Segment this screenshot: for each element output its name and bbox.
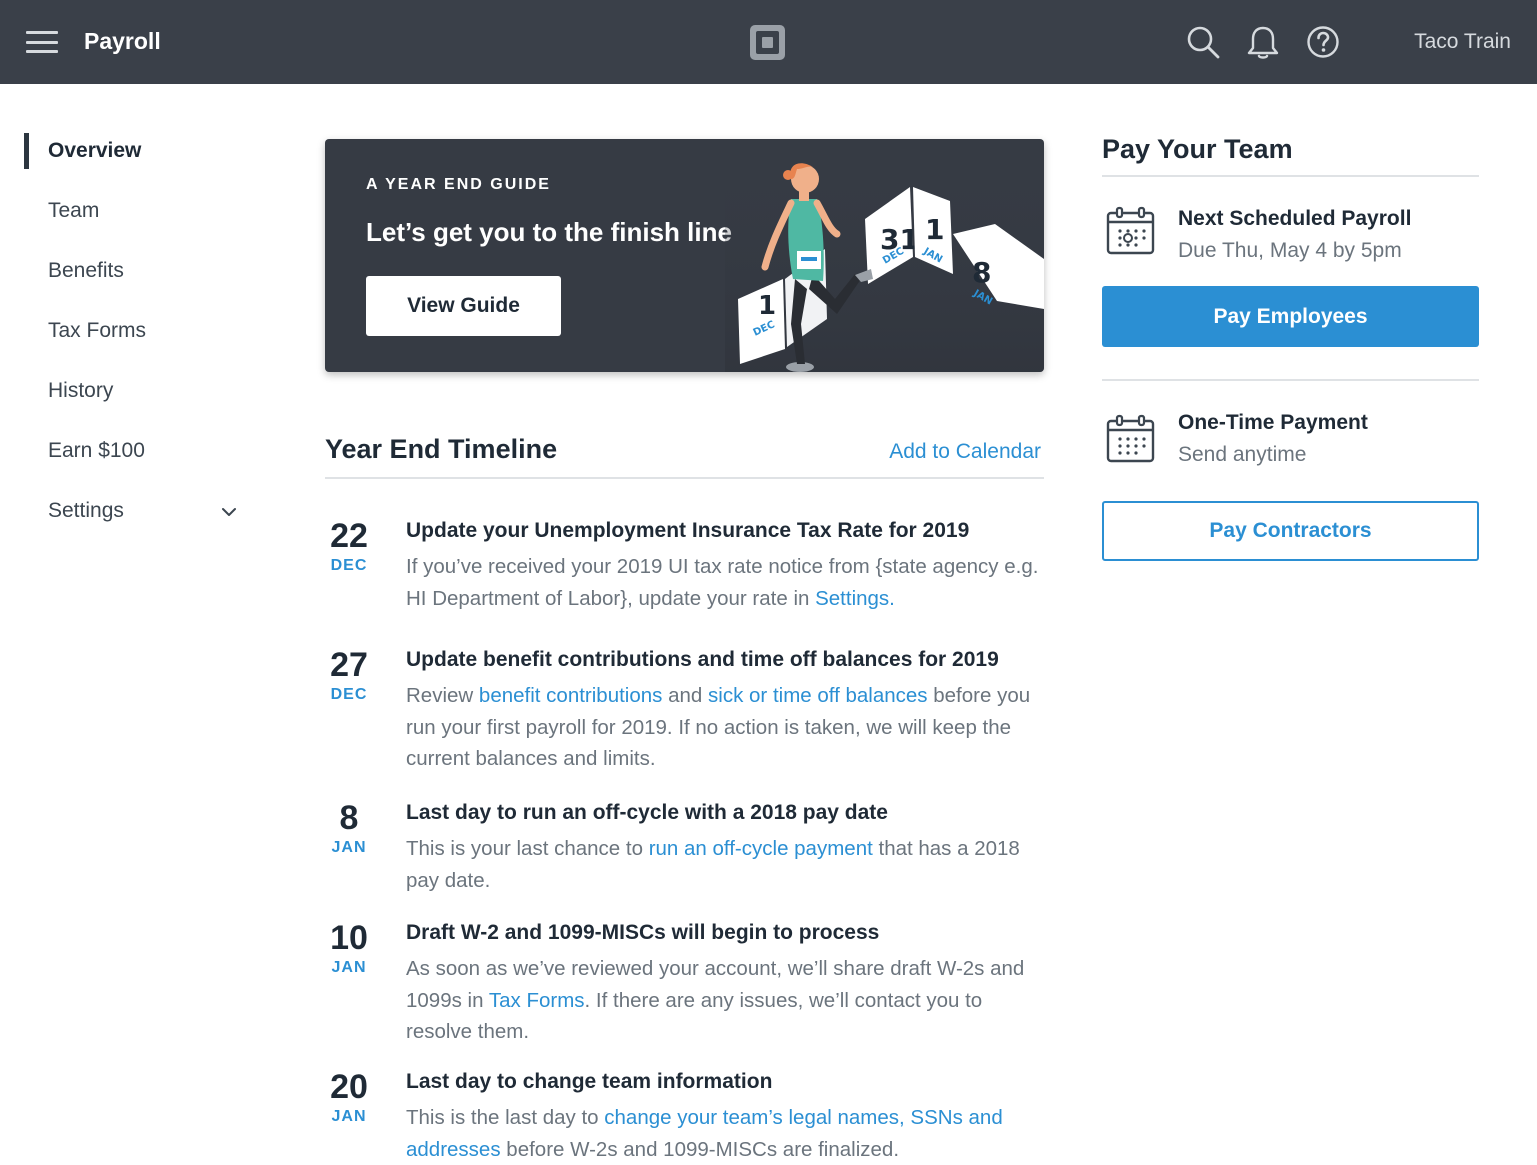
timeline-item-title: Update your Unemployment Insurance Tax R… [406,519,970,542]
pay-employees-button[interactable]: Pay Employees [1102,286,1479,347]
search-icon[interactable] [1185,24,1221,60]
banner-kicker: A YEAR END GUIDE [366,176,551,193]
timeline-month: DEC [330,557,368,574]
timeline-divider [325,477,1044,479]
one-time-payment-subtitle: Send anytime [1178,443,1307,466]
timeline-day: 10 [330,919,368,957]
sidebar-item-tax-forms[interactable]: Tax Forms [48,315,146,347]
top-bar: Payroll Taco Train [0,0,1537,84]
runner-illustration: 1 DEC 31 DEC 1 JAN 8 JAN [725,139,1044,372]
settings-link[interactable]: Settings. [815,587,895,610]
year-end-banner: A YEAR END GUIDE Let’s get you to the fi… [325,139,1044,372]
timeline-item-body: Review benefit contributions and sick or… [406,680,1042,775]
timeline-day: 22 [330,517,368,555]
off-cycle-payment-link[interactable]: run an off-cycle payment [649,837,873,860]
timeline-day: 27 [330,646,368,684]
pay-contractors-button[interactable]: Pay Contractors [1102,501,1479,561]
banner-title: Let’s get you to the finish line [366,217,732,247]
sidebar-item-settings[interactable]: Settings [48,495,124,527]
view-guide-button[interactable]: View Guide [366,276,561,336]
timeline-month: DEC [330,686,368,703]
tax-forms-link[interactable]: Tax Forms [489,989,585,1012]
sidebar-item-history[interactable]: History [48,375,113,407]
timeline-item-title: Update benefit contributions and time of… [406,648,999,671]
hamburger-menu-icon[interactable] [26,31,58,53]
next-payroll-due: Due Thu, May 4 by 5pm [1178,239,1402,262]
pay-team-divider [1102,175,1479,177]
one-time-payment-title: One-Time Payment [1178,411,1368,434]
body-text: and [662,684,709,707]
timeline-item-body: This is your last chance to run an off-c… [406,833,1042,896]
sidebar-item-overview[interactable]: Overview [48,135,141,167]
sidebar-item-team[interactable]: Team [48,195,99,227]
pay-team-title: Pay Your Team [1102,134,1293,164]
calendar-scheduled-icon [1106,206,1155,255]
active-indicator [24,133,29,169]
timeline-item-body: If you’ve received your 2019 UI tax rate… [406,551,1042,614]
benefit-contributions-link[interactable]: benefit contributions [479,684,662,707]
timeline-month: JAN [331,959,367,976]
timeline-month: JAN [331,1108,367,1125]
timeline-item-body: This is the last day to change your team… [406,1102,1042,1165]
body-text: before W-2s and 1099-MISCs are finalized… [500,1137,900,1161]
timeline-item-title: Last day to run an off-cycle with a 2018… [406,801,888,824]
help-icon[interactable] [1305,24,1341,60]
timeline-day: 20 [330,1068,368,1106]
sidebar-item-earn[interactable]: Earn $100 [48,435,145,467]
svg-text:8: 8 [972,256,991,289]
square-logo-icon[interactable] [749,24,786,61]
bell-icon[interactable] [1245,24,1281,60]
body-text: Review [406,684,479,707]
user-menu[interactable]: Taco Train [1414,30,1511,54]
time-off-balances-link[interactable]: sick or time off balances [708,684,928,707]
timeline-month: JAN [331,839,367,856]
timeline-day: 8 [339,799,359,837]
body-text: If you’ve received your 2019 UI tax rate… [406,555,1039,610]
body-text: This is your last chance to [406,837,649,860]
pay-team-divider [1102,379,1479,381]
timeline-item-body: As soon as we’ve reviewed your account, … [406,953,1042,1048]
body-text: This is the last day to [406,1106,605,1129]
timeline-item-title: Last day to change team information [406,1070,773,1093]
app-title: Payroll [84,28,161,54]
next-payroll-title: Next Scheduled Payroll [1178,207,1412,230]
add-to-calendar-link[interactable]: Add to Calendar [889,440,1041,464]
svg-text:1: 1 [925,213,944,246]
calendar-icon [1106,414,1155,463]
timeline-title: Year End Timeline [325,434,558,464]
timeline-item-title: Draft W-2 and 1099-MISCs will begin to p… [406,921,880,944]
svg-text:1: 1 [758,291,776,321]
chevron-down-icon[interactable] [220,503,238,521]
sidebar-item-benefits[interactable]: Benefits [48,255,124,287]
